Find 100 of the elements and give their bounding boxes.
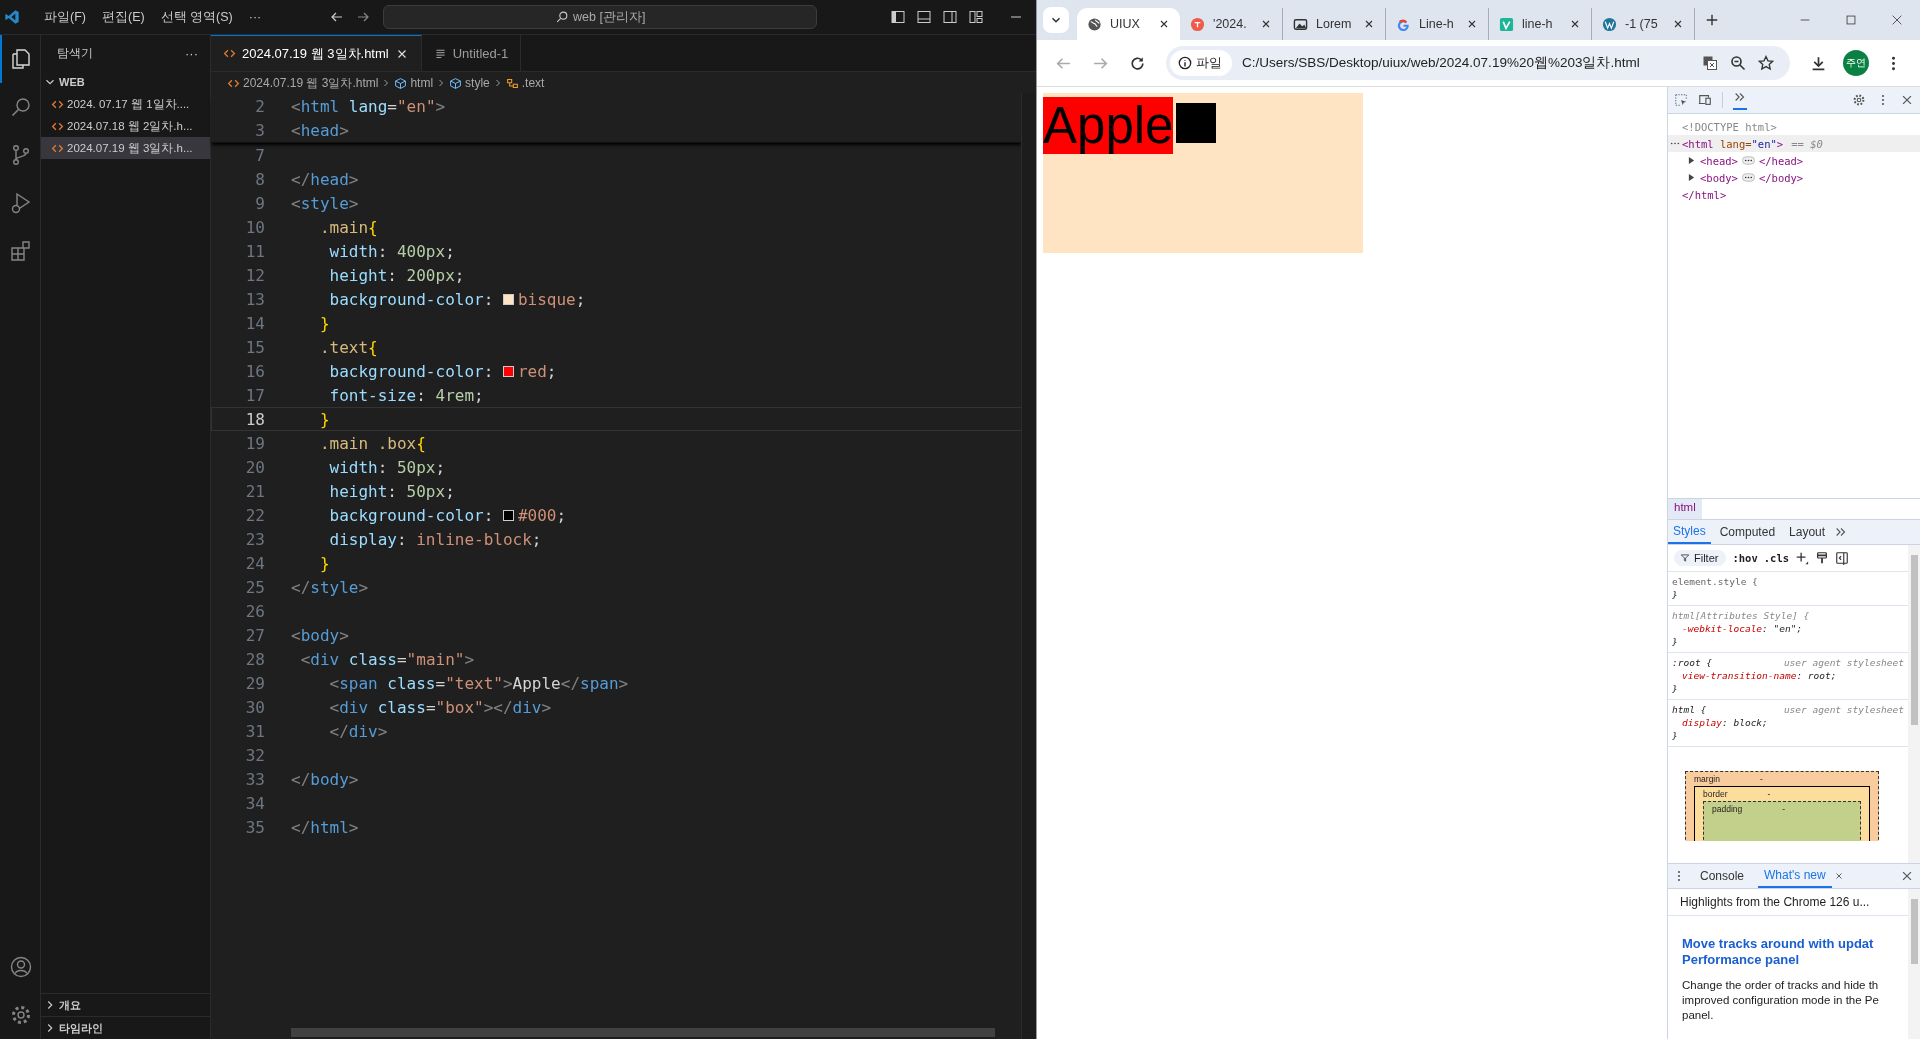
dom-node[interactable]: <body>	[1700, 171, 1738, 184]
closing-brace: }	[1672, 635, 1679, 648]
close-icon[interactable]	[1158, 18, 1170, 30]
brush-icon[interactable]	[1815, 551, 1830, 565]
settings-icon[interactable]	[9, 1003, 33, 1027]
secondary-sidebar-icon[interactable]	[942, 9, 958, 25]
file-item[interactable]: 2024.07.18 웹 2일차.h...	[41, 115, 210, 137]
folder-header[interactable]: WEB	[41, 71, 210, 93]
browser-tab[interactable]: UIUX	[1077, 8, 1180, 40]
profile-avatar[interactable]: 주연	[1843, 50, 1869, 76]
menu-item[interactable]: ···	[240, 7, 270, 27]
css-declaration[interactable]: display: block;	[1672, 716, 1904, 729]
code-text: <style>	[291, 193, 359, 213]
panel-toggle-icon[interactable]	[916, 9, 932, 25]
code-text: width: 400px;	[328, 241, 455, 261]
section-header[interactable]: 개요	[41, 993, 210, 1016]
menu-item[interactable]: 선택 영역(S)	[152, 5, 241, 29]
file-item[interactable]: 2024. 07.17 웹 1일차....	[41, 93, 210, 115]
menu-item[interactable]: 편집(E)	[93, 5, 153, 29]
file-item[interactable]: 2024.07.19 웹 3일차.h...	[41, 137, 210, 159]
sidebar-toggle-icon[interactable]	[1835, 551, 1850, 565]
drawer-tab[interactable]: What's new	[1758, 864, 1832, 888]
editor-tab[interactable]: Untitled-1	[421, 35, 522, 71]
line-number: 20	[244, 457, 266, 477]
new-tab-icon[interactable]	[1705, 13, 1719, 27]
layout-icon[interactable]	[968, 9, 984, 25]
account-icon[interactable]	[9, 955, 33, 979]
browser-tab[interactable]: '2024.	[1180, 8, 1283, 40]
address-bar[interactable]: 파일 C:/Users/SBS/Desktop/uiux/web/2024.07.19%20웹%203일차.html	[1166, 46, 1790, 80]
tab-search-button[interactable]	[1043, 7, 1069, 33]
browser-tab[interactable]: Lorem	[1283, 8, 1386, 40]
expand-triangle-icon[interactable]	[1688, 157, 1695, 164]
more-button[interactable]: ···	[185, 45, 198, 61]
code-text: </body>	[291, 769, 359, 789]
close-icon[interactable]	[1672, 18, 1684, 30]
ellipsis-icon[interactable]	[1741, 156, 1755, 165]
browser-tab[interactable]: -1 (75	[1592, 8, 1695, 40]
search-field[interactable]: web [관리자]	[383, 5, 818, 29]
expand-triangle-icon[interactable]	[1688, 174, 1695, 181]
close-icon[interactable]	[1900, 93, 1914, 107]
panel-tab[interactable]: Styles	[1668, 520, 1711, 544]
star-icon[interactable]	[1758, 55, 1774, 71]
vertical-scrollbar[interactable]	[1908, 545, 1920, 863]
reload-icon[interactable]	[1129, 54, 1146, 72]
color-swatch-icon[interactable]	[502, 365, 514, 377]
article-heading[interactable]: Move tracks around with updat	[1682, 936, 1908, 952]
panel-tab[interactable]: Layout	[1784, 521, 1831, 543]
color-swatch-icon[interactable]	[502, 293, 514, 305]
vertical-scrollbar[interactable]	[1908, 889, 1920, 1039]
close-icon[interactable]	[1900, 869, 1914, 883]
breadcrumb-item[interactable]: 2024.07.19 웹 3일차.html	[227, 74, 379, 92]
horizontal-scrollbar[interactable]	[291, 1028, 995, 1037]
sidebar-toggle-icon[interactable]	[890, 9, 906, 25]
browser-tab[interactable]: line-h	[1489, 8, 1592, 40]
section-header[interactable]: 타임라인	[41, 1016, 210, 1039]
browser-tab[interactable]: Line-h	[1386, 8, 1489, 40]
line-number: 34	[244, 793, 266, 813]
dots-icon[interactable]	[1670, 141, 1680, 146]
breadcrumb-item[interactable]: html	[394, 76, 434, 90]
inspect-icon[interactable]	[1674, 93, 1688, 107]
extensions-icon[interactable]	[9, 239, 33, 263]
breadcrumb-item[interactable]: style	[449, 76, 490, 90]
close-icon[interactable]	[1833, 871, 1844, 881]
menu-item[interactable]: 파일(F)	[36, 5, 94, 29]
translate-icon[interactable]	[1702, 55, 1718, 71]
dom-node[interactable]: </head>	[1758, 154, 1804, 167]
color-swatch-icon[interactable]	[502, 509, 514, 521]
filter-field[interactable]: Filter	[1674, 550, 1727, 566]
closing-brace: }	[1672, 729, 1679, 742]
breadcrumb-item[interactable]: .text	[505, 76, 545, 90]
breadcrumb-item[interactable]: html	[1668, 499, 1702, 519]
class-toggle[interactable]: .cls	[1763, 552, 1790, 564]
css-declaration[interactable]: view-transition-name: root;	[1672, 669, 1904, 682]
dom-node[interactable]: <!DOCTYPE html>	[1682, 120, 1777, 133]
panel-tab[interactable]: Computed	[1714, 521, 1781, 543]
drawer-tab[interactable]: Console	[1694, 865, 1751, 887]
dom-node[interactable]: </body>	[1758, 171, 1804, 184]
device-icon[interactable]	[1698, 93, 1712, 107]
more-tabs-icon[interactable]	[1733, 90, 1747, 110]
search-icon[interactable]	[9, 95, 33, 119]
files-icon[interactable]	[9, 47, 33, 71]
close-icon[interactable]	[1466, 18, 1478, 30]
hover-state-toggle[interactable]: :hov	[1732, 552, 1758, 564]
download-icon[interactable]	[1810, 54, 1827, 72]
zoom-icon[interactable]	[1730, 55, 1746, 71]
close-icon[interactable]	[1569, 18, 1581, 30]
close-icon[interactable]	[1363, 18, 1375, 30]
dom-node[interactable]: <head>	[1700, 154, 1738, 167]
settings-icon[interactable]	[1852, 93, 1866, 107]
ellipsis-icon[interactable]	[1741, 173, 1755, 182]
close-icon[interactable]	[1890, 13, 1904, 27]
add-rule-icon[interactable]	[1795, 551, 1810, 565]
editor-tab[interactable]: 2024.07.19 웹 3일차.html	[211, 35, 422, 71]
dom-node[interactable]: <html lang="en">	[1682, 137, 1784, 150]
close-icon[interactable]	[1260, 18, 1272, 30]
article-heading[interactable]: Performance panel	[1682, 952, 1908, 968]
search-icon	[555, 10, 570, 24]
dom-node[interactable]: </html>	[1682, 188, 1727, 201]
css-declaration[interactable]: -webkit-locale: "en";	[1672, 622, 1904, 635]
site-info-button[interactable]: 파일	[1170, 50, 1232, 76]
